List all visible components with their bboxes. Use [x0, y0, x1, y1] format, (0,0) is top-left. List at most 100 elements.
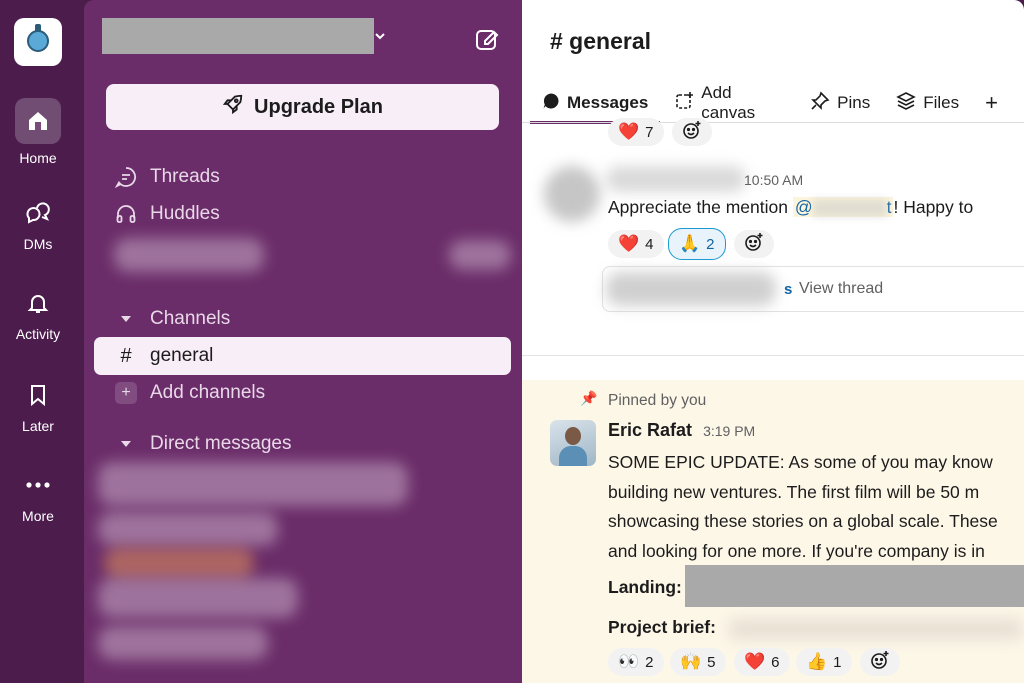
upgrade-plan-label: Upgrade Plan [254, 95, 383, 118]
add-channels-item[interactable]: + Add channels [114, 378, 265, 408]
reaction-heart[interactable]: ❤️ 6 [734, 648, 790, 676]
reaction-emoji: ❤️ [618, 122, 640, 141]
channels-section-header[interactable]: Channels [114, 304, 230, 334]
reaction-heart[interactable]: ❤️ 4 [608, 230, 664, 258]
blurred-dm-item[interactable] [98, 626, 268, 660]
message-separator [522, 355, 1024, 356]
message-timestamp[interactable]: 3:19 PM [703, 423, 755, 439]
compose-icon[interactable] [474, 26, 502, 54]
tab-messages[interactable]: Messages [529, 84, 661, 124]
workspace-name-redacted[interactable] [102, 18, 374, 54]
author-name: Eric Rafat [608, 420, 693, 440]
landing-label: Landing: [608, 577, 682, 597]
reaction-emoji: 🙏 [679, 234, 701, 253]
rail-later[interactable]: Later [0, 372, 76, 434]
channel-tabs: Messages Add canvas Pins Files + [529, 83, 1024, 124]
add-reaction-button[interactable] [860, 648, 900, 676]
workspace-logo[interactable] [14, 18, 62, 66]
reaction-raised-hands[interactable]: 🙌 5 [670, 648, 726, 676]
project-brief-label: Project brief: [608, 617, 716, 637]
add-emoji-icon [744, 232, 764, 257]
reaction-count: 1 [833, 653, 842, 671]
workspace-rail: Home DMs Activity Later More [0, 0, 76, 683]
tab-pins[interactable]: Pins [810, 84, 870, 122]
chat-bubbles-icon [15, 190, 61, 236]
channel-title[interactable]: # general [550, 28, 651, 55]
home-icon [15, 98, 61, 144]
add-emoji-icon [870, 650, 890, 675]
caret-down-icon [114, 439, 138, 449]
reply-count[interactable]: s [784, 281, 792, 298]
hash-icon: # [120, 344, 132, 367]
reaction-count: 4 [645, 235, 654, 253]
reaction-emoji: 🙌 [680, 652, 702, 671]
add-emoji-icon [682, 120, 702, 145]
blurred-dm-item[interactable] [98, 462, 408, 506]
message-line: building new ventures. The first film wi… [608, 481, 980, 502]
pin-icon [810, 91, 830, 116]
tab-label: Add canvas [701, 83, 756, 122]
reaction-eyes[interactable]: 👀 2 [608, 648, 664, 676]
blurred-badge [449, 240, 511, 270]
channel-main-pane: # general Messages Add canvas Pins Files [522, 0, 1024, 683]
mention-prefix: @ [794, 197, 813, 217]
chevron-down-icon[interactable] [374, 28, 386, 44]
blurred-reply-avatars [606, 272, 776, 306]
dm-section-header[interactable]: Direct messages [114, 429, 292, 459]
more-dots-icon [15, 462, 61, 508]
message-line: showcasing these stories on a global sca… [608, 511, 998, 531]
rail-dms[interactable]: DMs [0, 190, 76, 252]
bookmark-icon [15, 372, 61, 418]
sidebar-item-label: Huddles [150, 203, 220, 224]
reaction-emoji: ❤️ [744, 652, 766, 671]
sidebar-item-label: Threads [150, 166, 220, 187]
tab-files[interactable]: Files [896, 84, 959, 122]
section-label: Channels [150, 308, 231, 329]
avatar[interactable] [550, 420, 596, 466]
reaction-count: 7 [645, 123, 654, 141]
tab-label: Files [923, 93, 960, 112]
pinned-label: Pinned by you [608, 392, 707, 409]
sidebar-item-threads[interactable]: Threads [114, 162, 220, 192]
message-text: Appreciate the mention @ t! Happy to [608, 197, 973, 218]
add-channels-label: Add channels [150, 382, 266, 403]
channel-item-general[interactable]: # general [94, 337, 511, 375]
reaction-emoji: 👀 [618, 652, 640, 671]
add-reaction-button[interactable] [672, 118, 712, 146]
landing-link-redacted[interactable] [685, 565, 1024, 607]
upgrade-plan-button[interactable]: Upgrade Plan [106, 84, 499, 130]
view-thread-link[interactable]: View thread [799, 280, 883, 298]
reaction-emoji: ❤️ [618, 234, 640, 253]
blurred-sidebar-item[interactable] [114, 238, 264, 272]
reaction-thumbs-up[interactable]: 👍 1 [796, 648, 852, 676]
blurred-dm-item[interactable] [98, 512, 278, 546]
blurred-dm-item[interactable] [98, 578, 298, 618]
reaction-pray[interactable]: 🙏 2 [668, 228, 726, 260]
flask-icon [27, 23, 49, 52]
sidebar-item-huddles[interactable]: Huddles [114, 199, 220, 229]
add-reaction-button[interactable] [734, 230, 774, 258]
blurred-avatar[interactable] [544, 166, 600, 222]
tab-add-canvas[interactable]: Add canvas [674, 83, 784, 122]
blurred-dm-item[interactable] [104, 548, 254, 578]
add-tab-button[interactable]: + [985, 84, 998, 122]
message-text-part: ! Happy to [893, 197, 974, 217]
message-author[interactable]: Eric Rafat 3:19 PM [608, 420, 755, 441]
reaction-count: 2 [706, 235, 715, 253]
rail-activity-label: Activity [15, 326, 61, 342]
mention-suffix: t [886, 197, 892, 217]
rail-home[interactable]: Home [0, 98, 76, 166]
project-brief-redacted[interactable] [728, 618, 1024, 640]
message-timestamp[interactable]: 10:50 AM [744, 172, 803, 188]
rail-more[interactable]: More [0, 462, 76, 524]
user-mention[interactable]: @ t [792, 197, 894, 218]
reaction-emoji: 👍 [806, 652, 828, 671]
caret-down-icon [114, 314, 138, 324]
reaction-heart[interactable]: ❤️ 7 [608, 118, 664, 146]
threads-icon [114, 166, 138, 188]
plus-icon: + [114, 382, 138, 404]
tab-label: Messages [567, 93, 649, 112]
rail-activity[interactable]: Activity [0, 280, 76, 342]
reaction-count: 6 [771, 653, 780, 671]
blurred-author-name[interactable] [606, 166, 746, 192]
